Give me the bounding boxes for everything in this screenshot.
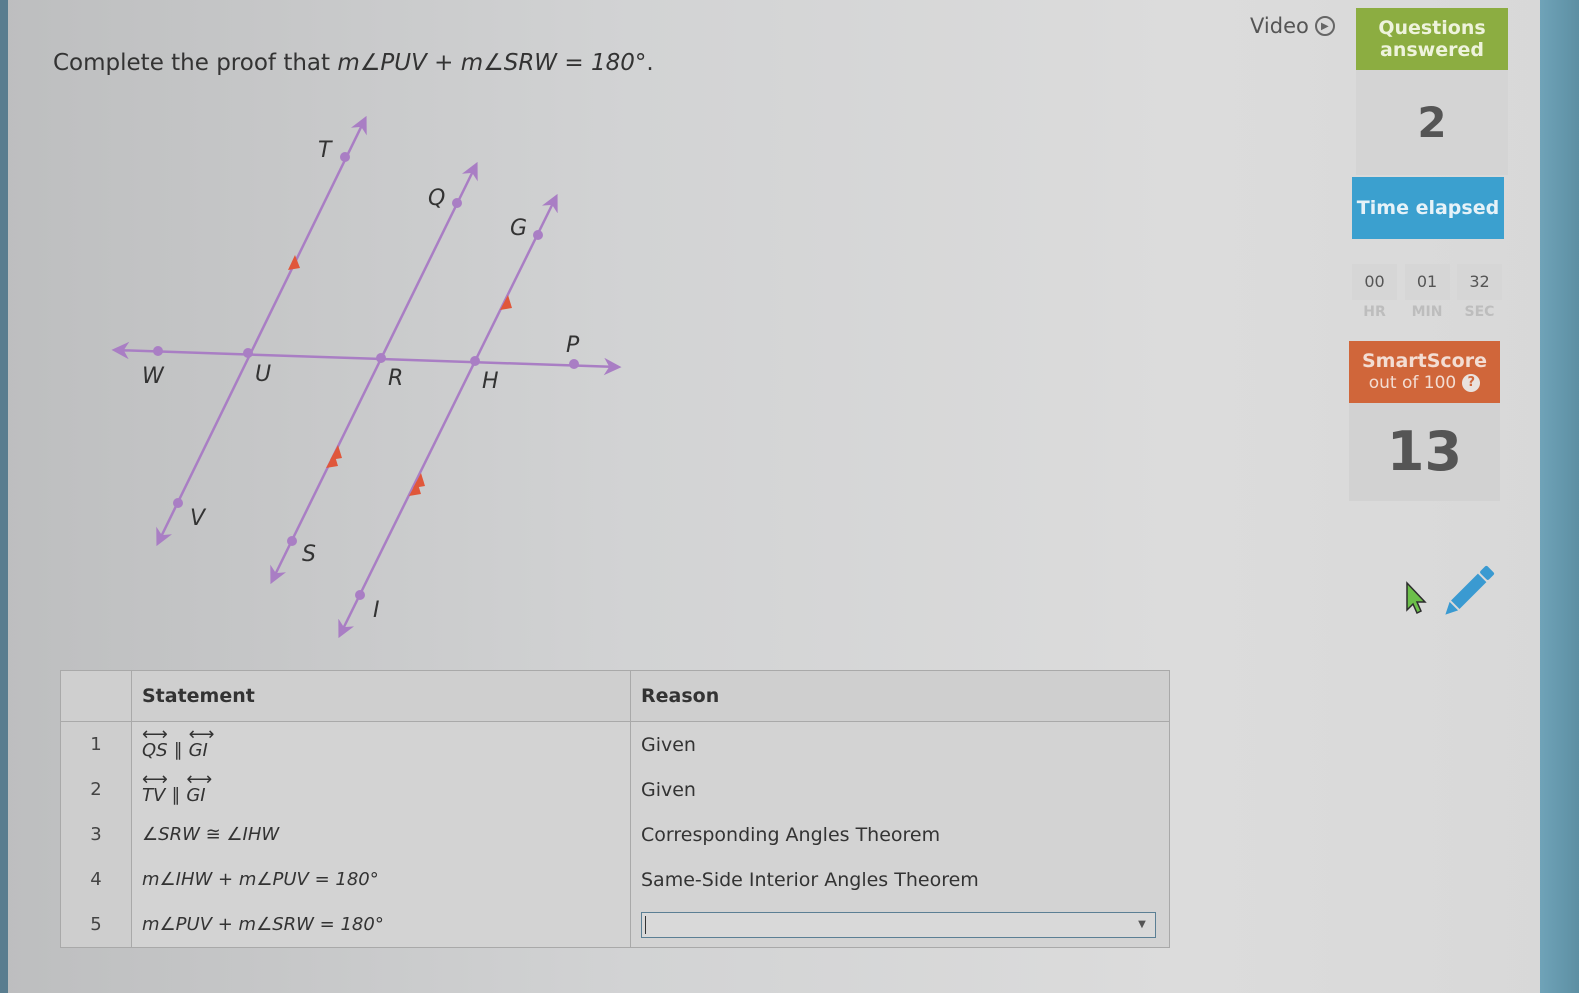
statement-cell: TV∥GI — [131, 767, 631, 812]
row-number: 1 — [60, 721, 132, 767]
questions-answered-header: Questions answered — [1356, 8, 1508, 70]
window-edge-left — [0, 0, 8, 993]
line-GI-symbol: GI — [189, 724, 209, 761]
chevron-down-icon[interactable]: ▼ — [1129, 913, 1155, 937]
table-row: 2 TV∥GI Given — [60, 767, 1170, 812]
reason-cell: ▼ — [630, 902, 1170, 948]
label-P: P — [566, 333, 580, 358]
question-prompt: Complete the proof that m∠PUV + m∠SRW = … — [53, 50, 654, 76]
label-U: U — [255, 362, 271, 387]
row-number: 2 — [60, 767, 132, 812]
table-header-row: Statement Reason — [60, 670, 1170, 722]
row-number: 4 — [60, 857, 132, 902]
table-row: 4 m∠IHW + m∠PUV = 180° Same-Side Interio… — [60, 857, 1170, 902]
point-T — [340, 152, 350, 162]
line-TV — [156, 115, 367, 547]
point-R — [376, 353, 386, 363]
header-statement: Statement — [131, 670, 631, 722]
point-H — [470, 356, 480, 366]
timer-hours-value: 00 — [1352, 264, 1397, 300]
timer-seconds: 32 SEC — [1457, 264, 1502, 320]
point-U — [243, 348, 253, 358]
point-P — [569, 359, 579, 369]
smartscore-value: 13 — [1349, 403, 1500, 501]
smartscore-sub: out of 100 — [1368, 373, 1457, 393]
row-number: 5 — [60, 902, 132, 948]
header-reason: Reason — [630, 670, 1170, 722]
video-link[interactable]: Video ▶ — [1250, 14, 1335, 38]
reason-dropdown[interactable]: ▼ — [641, 911, 1156, 938]
question-math: m∠PUV + m∠SRW = 180° — [337, 50, 647, 76]
point-V — [173, 498, 183, 508]
label-S: S — [302, 542, 316, 567]
window-edge-right — [1540, 0, 1579, 993]
point-S — [287, 536, 297, 546]
play-icon: ▶ — [1314, 16, 1335, 36]
help-icon[interactable]: ? — [1462, 374, 1481, 392]
line-WP — [111, 341, 622, 376]
reason-cell: Given — [630, 721, 1170, 767]
pointer-tool-icon[interactable] — [1400, 578, 1430, 618]
timer: 00 HR 01 MIN 32 SEC — [1352, 264, 1502, 320]
statement-cell: ∠SRW ≅ ∠IHW — [131, 812, 631, 857]
point-W — [153, 346, 163, 356]
table-row: 3 ∠SRW ≅ ∠IHW Corresponding Angles Theor… — [60, 812, 1170, 857]
label-R: R — [388, 366, 403, 391]
geometry-diagram: T Q G W U R H P V S I — [111, 115, 622, 639]
line-GI-symbol: GI — [186, 769, 206, 806]
timer-hours: 00 HR — [1352, 264, 1397, 320]
label-H: H — [482, 369, 499, 394]
parallel-symbol: ∥ — [171, 785, 181, 806]
text-cursor — [645, 915, 646, 934]
label-T: T — [318, 138, 333, 163]
point-I — [355, 590, 365, 600]
label-W: W — [142, 364, 165, 389]
reason-cell: Same-Side Interior Angles Theorem — [630, 857, 1170, 902]
timer-minutes: 01 MIN — [1404, 264, 1450, 320]
row-number: 3 — [60, 812, 132, 857]
statement-cell: m∠PUV + m∠SRW = 180° — [131, 902, 631, 948]
parallel-symbol: ∥ — [173, 740, 183, 761]
label-Q: Q — [428, 186, 445, 211]
timer-seconds-unit: SEC — [1464, 304, 1495, 320]
statement-cell: m∠IHW + m∠PUV = 180° — [131, 857, 631, 902]
smartscore-label: SmartScore — [1361, 350, 1487, 372]
question-suffix: . — [646, 50, 654, 76]
reason-cell: Given — [630, 767, 1170, 812]
point-G — [533, 230, 543, 240]
label-G: G — [510, 216, 527, 241]
line-QS — [270, 161, 478, 585]
smartscore-header: SmartScore out of 100 ? — [1349, 341, 1500, 403]
timer-hours-unit: HR — [1363, 304, 1386, 320]
proof-table: Statement Reason 1 QS∥GI Given 2 TV∥GI G… — [60, 670, 1170, 948]
label-V: V — [190, 506, 207, 531]
label-I: I — [373, 598, 380, 623]
table-row: 1 QS∥ GI Given — [60, 721, 1170, 767]
header-number — [60, 670, 132, 722]
line-GI — [338, 193, 558, 639]
reason-cell: Corresponding Angles Theorem — [630, 812, 1170, 857]
question-prefix: Complete the proof that — [53, 50, 338, 76]
pencil-tool-icon[interactable] — [1438, 562, 1498, 622]
timer-minutes-value: 01 — [1404, 264, 1450, 300]
line-QS-symbol: QS — [142, 724, 168, 761]
statement-cell: QS∥ GI — [131, 721, 631, 767]
timer-seconds-value: 32 — [1457, 264, 1502, 300]
timer-minutes-unit: MIN — [1411, 304, 1443, 320]
line-TV-symbol: TV — [142, 769, 166, 806]
video-label: Video — [1250, 14, 1309, 38]
table-row: 5 m∠PUV + m∠SRW = 180° ▼ — [60, 902, 1170, 948]
point-Q — [452, 198, 462, 208]
questions-answered-value: 2 — [1356, 70, 1508, 175]
time-elapsed-header: Time elapsed — [1352, 177, 1504, 239]
